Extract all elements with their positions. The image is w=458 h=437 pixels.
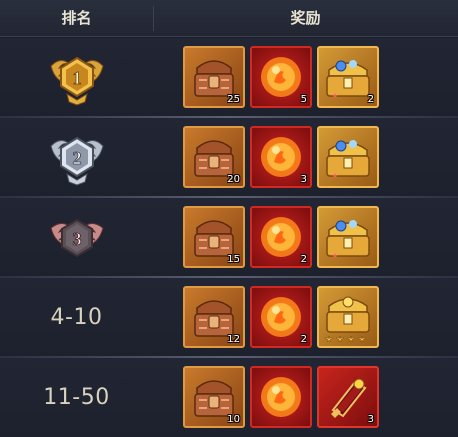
reward-quantity: 2 — [300, 334, 307, 345]
rank-cell: 11-50 — [0, 358, 153, 436]
reward-item[interactable]: 3 — [250, 126, 312, 188]
reward-item[interactable] — [317, 126, 379, 188]
rank-row-2: 2 20 3 — [0, 118, 458, 198]
reward-list: 12 2 — [183, 286, 453, 350]
gold-treasure-chest-icon — [326, 140, 370, 178]
gold-treasure-chest-icon — [326, 220, 370, 258]
reward-quantity: 15 — [227, 254, 240, 265]
reward-item[interactable] — [317, 206, 379, 268]
header-rank: 排名 — [61, 9, 92, 27]
reward-quantity: 20 — [227, 174, 240, 185]
reward-item[interactable] — [250, 366, 312, 428]
rank-cell: 4-10 — [0, 278, 153, 356]
reward-list: 15 2 — [183, 206, 453, 270]
fire-orb-icon — [261, 377, 301, 417]
reward-list: 25 5 2 — [183, 46, 453, 110]
reward-item[interactable]: 2 — [250, 206, 312, 268]
reward-quantity: 12 — [227, 334, 240, 345]
rank-cell: 2 — [0, 118, 153, 196]
reward-list: 20 3 — [183, 126, 453, 190]
reward-quantity: 2 — [300, 254, 307, 265]
reward-quantity: 25 — [227, 94, 240, 105]
reward-item[interactable]: 12 — [183, 286, 245, 348]
reward-item[interactable]: 3 — [317, 366, 379, 428]
rank-range-label: 11-50 — [43, 384, 110, 410]
reward-quantity: 10 — [227, 414, 240, 425]
reward-item[interactable]: 2 — [250, 286, 312, 348]
rank-row-5: 11-50 10 3 — [0, 358, 458, 437]
header-reward: 奖励 — [290, 9, 321, 27]
rank-cell: 3 — [0, 198, 153, 276]
badge-number: 1 — [72, 68, 81, 88]
rank-row-1: 1 25 5 2 — [0, 38, 458, 118]
table-header: 排名 奖励 — [0, 0, 458, 37]
reward-item[interactable]: 25 — [183, 46, 245, 108]
reward-quantity: 3 — [367, 414, 374, 425]
gold-treasure-chest-stars-icon — [324, 296, 370, 343]
silver-rank-badge-icon: 2 — [49, 136, 104, 186]
reward-item[interactable] — [317, 286, 379, 348]
rank-range-label: 4-10 — [50, 304, 103, 330]
badge-number: 2 — [72, 148, 81, 168]
reward-item[interactable]: 20 — [183, 126, 245, 188]
reward-item[interactable]: 10 — [183, 366, 245, 428]
gold-rank-badge-icon: 1 — [49, 56, 104, 106]
reward-quantity: 5 — [300, 94, 307, 105]
reward-quantity: 2 — [367, 94, 374, 105]
reward-list: 10 3 — [183, 366, 453, 430]
rank-cell: 1 — [0, 38, 153, 116]
reward-quantity: 3 — [300, 174, 307, 185]
rank-row-3: 3 15 2 — [0, 198, 458, 278]
reward-item[interactable]: 2 — [317, 46, 379, 108]
badge-number: 3 — [72, 229, 81, 249]
reward-item[interactable]: 15 — [183, 206, 245, 268]
bronze-rank-badge-icon: 3 — [49, 218, 104, 258]
reward-item[interactable]: 5 — [250, 46, 312, 108]
rank-row-4: 4-10 12 2 — [0, 278, 458, 358]
